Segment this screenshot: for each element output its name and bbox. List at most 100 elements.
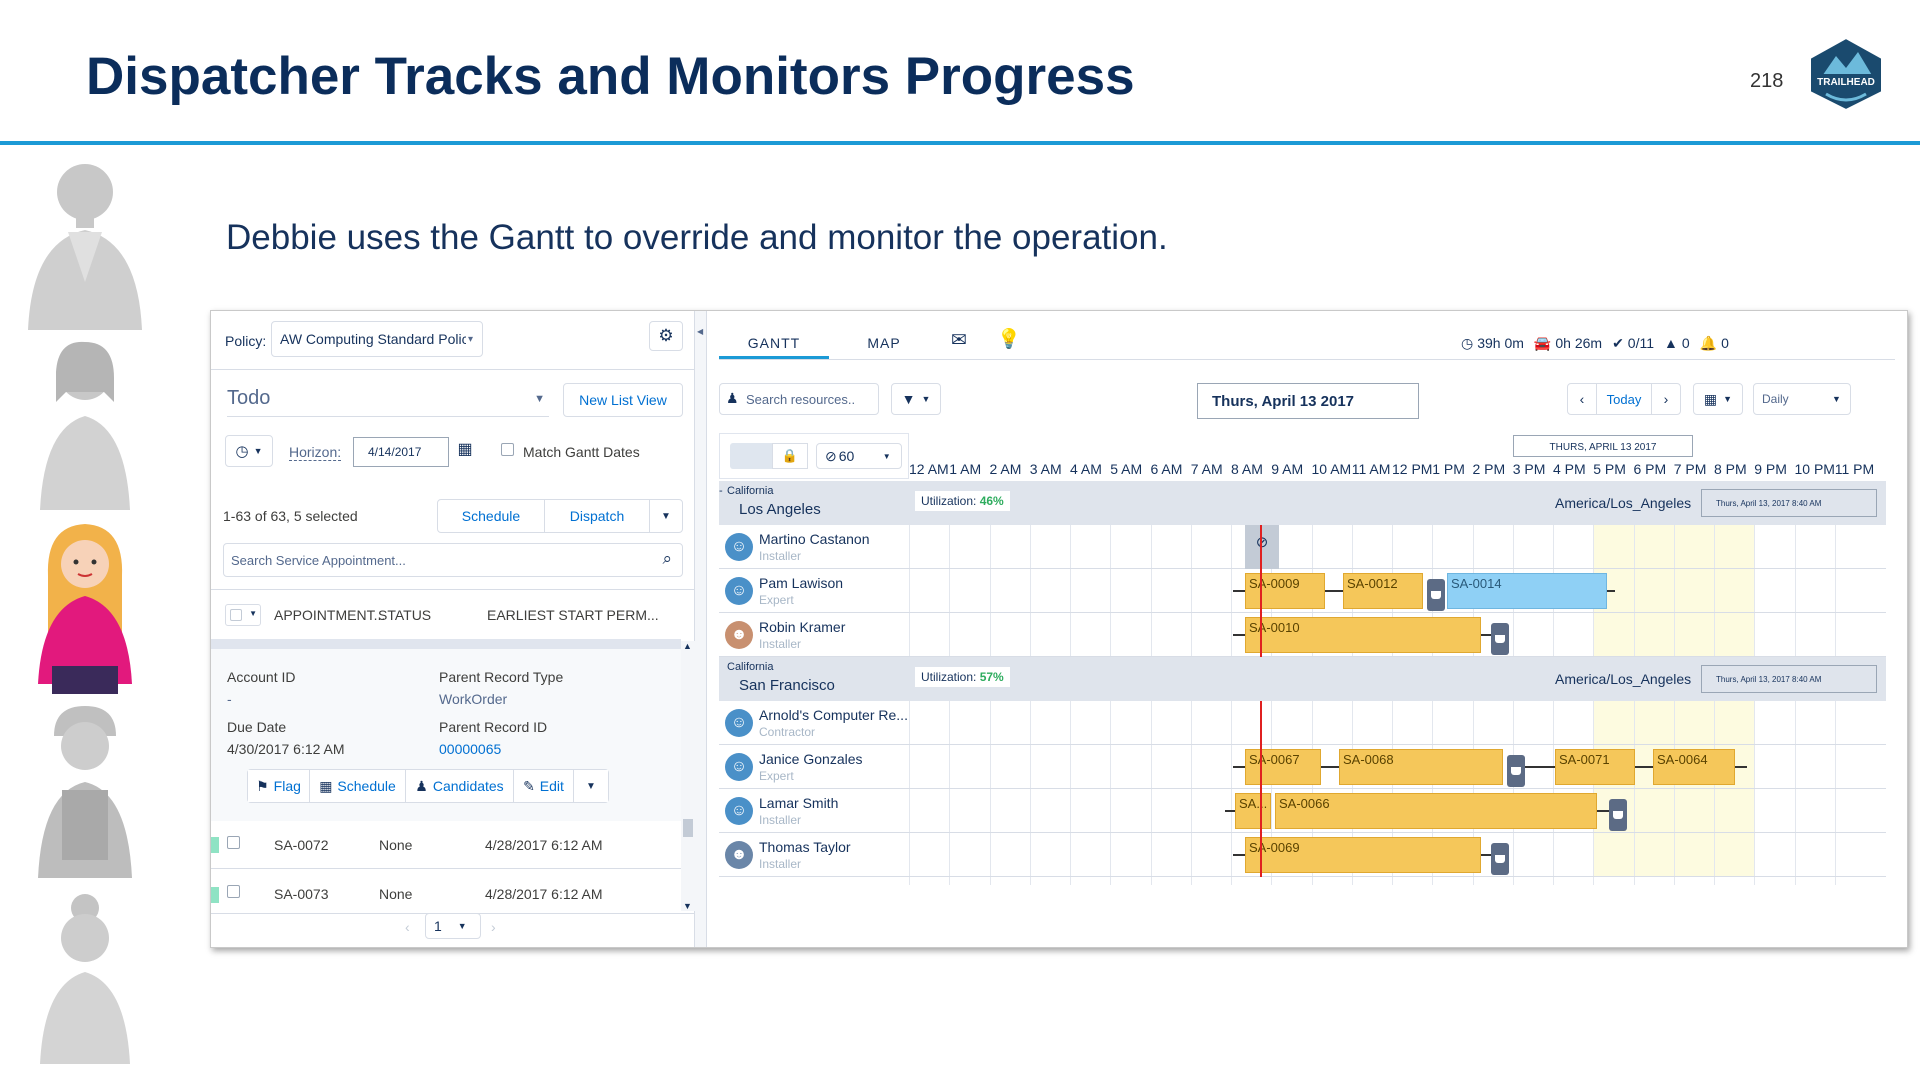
- detail-schedule-button[interactable]: ▦ Schedule: [310, 770, 406, 802]
- row-id[interactable]: SA-0073: [274, 886, 328, 902]
- row-checkbox[interactable]: [227, 836, 240, 849]
- travel-line: [1481, 634, 1491, 636]
- resource-row[interactable]: ☺ Arnold's Computer Re... Contractor: [719, 701, 1886, 745]
- more-button[interactable]: ▼: [574, 770, 608, 802]
- settings-button[interactable]: ⚙: [649, 321, 683, 351]
- resource-role: Installer: [759, 857, 802, 871]
- territory-row-los-angeles[interactable]: California - Los Angeles Utilization: 46…: [719, 481, 1886, 525]
- column-header-earliest-start[interactable]: EARLIEST START PERM...: [487, 607, 659, 623]
- appointment-bar[interactable]: SA-0069: [1245, 837, 1481, 873]
- table-row[interactable]: SA-0072 None 4/28/2017 6:12 AM: [211, 821, 681, 869]
- mail-icon[interactable]: ✉: [951, 329, 967, 352]
- lock-icon[interactable]: 🔒: [772, 443, 808, 469]
- resource-search-placeholder: Search resources..: [746, 392, 856, 407]
- select-all-checkbox[interactable]: ▼: [225, 604, 261, 626]
- today-button[interactable]: Today: [1596, 383, 1652, 415]
- gantt-body: California - Los Angeles Utilization: 46…: [719, 481, 1886, 885]
- territory-row-san-francisco[interactable]: California San Francisco Utilization: 57…: [719, 657, 1886, 701]
- hour-label: 4 AM: [1070, 461, 1102, 477]
- row-checkbox[interactable]: [227, 885, 240, 898]
- hour-label: 6 PM: [1633, 461, 1667, 477]
- collapse-icon[interactable]: -: [719, 485, 723, 497]
- break-icon[interactable]: [1491, 843, 1509, 875]
- policy-select[interactable]: AW Computing Standard Policy ▾: [271, 321, 483, 357]
- column-header-appointment[interactable]: APPOINTMENT...: [274, 607, 385, 623]
- car-icon: 🚘: [1533, 335, 1552, 351]
- appointment-bar[interactable]: SA-0012: [1343, 573, 1423, 609]
- calendar-icon: ▦: [1703, 390, 1718, 407]
- break-icon[interactable]: [1427, 579, 1445, 611]
- prev-page-icon[interactable]: ‹: [405, 919, 410, 935]
- lightbulb-icon[interactable]: 💡: [997, 327, 1021, 351]
- travel-line: [1635, 766, 1653, 768]
- hour-label: 9 AM: [1271, 461, 1304, 477]
- resource-row[interactable]: ☺ Martino Castanon Installer ⊘: [719, 525, 1886, 569]
- panel-splitter[interactable]: ◀: [695, 311, 707, 947]
- appointment-bar[interactable]: SA-0009: [1245, 573, 1325, 609]
- dispatch-button[interactable]: Dispatch: [544, 499, 650, 533]
- resource-search-input[interactable]: ♟ Search resources..: [719, 383, 879, 415]
- chevron-down-icon: ▼: [534, 393, 545, 405]
- zoom-value: 60: [838, 448, 855, 464]
- page-number: 218: [1750, 70, 1784, 92]
- avatar: ☻: [725, 621, 753, 649]
- break-icon[interactable]: [1507, 755, 1525, 787]
- appointment-bar[interactable]: SA-0010: [1245, 617, 1481, 653]
- tab-gantt[interactable]: GANTT: [719, 327, 829, 359]
- appointment-bar[interactable]: SA-0068: [1339, 749, 1503, 785]
- more-actions-button[interactable]: ▼: [649, 499, 683, 533]
- table-row[interactable]: SA-0073 None 4/28/2017 6:12 AM: [211, 869, 681, 911]
- break-icon[interactable]: [1491, 623, 1509, 655]
- chevron-right-icon: ›: [1663, 391, 1669, 407]
- row-id[interactable]: SA-0072: [274, 837, 328, 853]
- calendar-icon[interactable]: ▦: [453, 439, 477, 465]
- appointment-bar[interactable]: SA-0067: [1245, 749, 1321, 785]
- column-header-status[interactable]: STATUS: [378, 607, 431, 623]
- calendar-picker-button[interactable]: ▦ ▼: [1693, 383, 1743, 415]
- next-page-icon[interactable]: ›: [491, 919, 496, 935]
- resource-row[interactable]: ☺ Pam Lawison Expert SA-0009 SA-0012 SA-…: [719, 569, 1886, 613]
- travel-line: [1525, 766, 1555, 768]
- no-icon[interactable]: ⊘: [1245, 525, 1279, 569]
- prev-day-button[interactable]: ‹: [1567, 383, 1597, 415]
- resource-row[interactable]: ☻ Thomas Taylor Installer SA-0069: [719, 833, 1886, 877]
- resource-row[interactable]: ☺ Janice Gonzales Expert SA-0067 SA-0068…: [719, 745, 1886, 789]
- appointment-bar[interactable]: SA-0014: [1447, 573, 1607, 609]
- candidates-button[interactable]: ♟ Candidates: [406, 770, 514, 802]
- match-gantt-checkbox[interactable]: [501, 443, 514, 456]
- resource-row[interactable]: ☺ Lamar Smith Installer SA... SA-0066: [719, 789, 1886, 833]
- resource-name: Robin Kramer: [759, 619, 846, 635]
- edit-button[interactable]: ✎ Edit: [514, 770, 574, 802]
- page-select[interactable]: 1 ▼: [425, 913, 481, 939]
- zoom-select[interactable]: ⊘ 60 ▼: [816, 443, 902, 469]
- row-status-marker: [211, 837, 219, 853]
- appointment-bar[interactable]: SA-0071: [1555, 749, 1635, 785]
- toggle-resources-button[interactable]: [730, 443, 772, 469]
- schedule-button[interactable]: Schedule: [437, 499, 545, 533]
- appointment-bar[interactable]: SA-0066: [1275, 793, 1597, 829]
- flag-button[interactable]: ⚑ Flag: [248, 770, 310, 802]
- utilization-label: Utilization:: [921, 494, 977, 508]
- travel-line: [1233, 854, 1245, 856]
- utilization-label: Utilization:: [921, 670, 977, 684]
- list-view-select[interactable]: Todo ▼: [227, 387, 549, 417]
- appointment-bar[interactable]: SA...: [1235, 793, 1271, 829]
- filter-button[interactable]: ▼ ▼: [891, 383, 941, 415]
- appointment-bar[interactable]: SA-0064: [1653, 749, 1735, 785]
- appointment-search-input[interactable]: Search Service Appointment... ⌕: [223, 543, 683, 577]
- resource-row[interactable]: ☻ Robin Kramer Installer SA-0010: [719, 613, 1886, 657]
- gantt-date-input[interactable]: Thurs, April 13 2017: [1197, 383, 1419, 419]
- new-list-view-button[interactable]: New List View: [563, 383, 683, 417]
- break-icon[interactable]: [1609, 799, 1627, 831]
- horizon-date-input[interactable]: 4/14/2017: [353, 437, 449, 467]
- calendar-icon: ▦: [319, 777, 333, 794]
- slide-title: Dispatcher Tracks and Monitors Progress: [86, 47, 1135, 106]
- list-scrollbar[interactable]: ▲ ▼: [681, 641, 695, 911]
- tab-map[interactable]: MAP: [829, 327, 939, 359]
- stat-warnings: 0: [1681, 335, 1690, 351]
- travel-line: [1225, 810, 1235, 812]
- time-filter-button[interactable]: ◷ ▼: [225, 435, 273, 467]
- parent-id-link[interactable]: 00000065: [439, 741, 501, 757]
- view-mode-select[interactable]: Daily ▼: [1753, 383, 1851, 415]
- next-day-button[interactable]: ›: [1651, 383, 1681, 415]
